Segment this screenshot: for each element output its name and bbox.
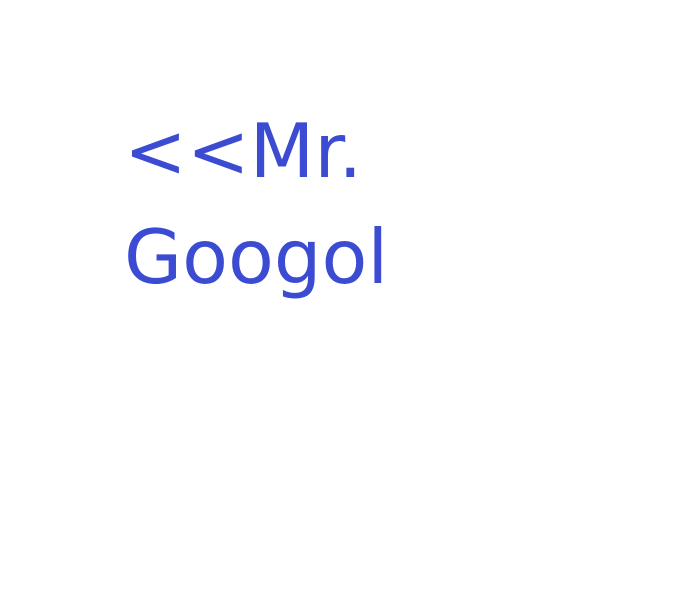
caption-line-1: <<Mr.: [124, 107, 363, 195]
canvas: <<Mr. Googol: [0, 0, 700, 604]
caption-line-2: Googol: [124, 213, 389, 301]
caption-text: <<Mr. Googol: [124, 98, 644, 310]
